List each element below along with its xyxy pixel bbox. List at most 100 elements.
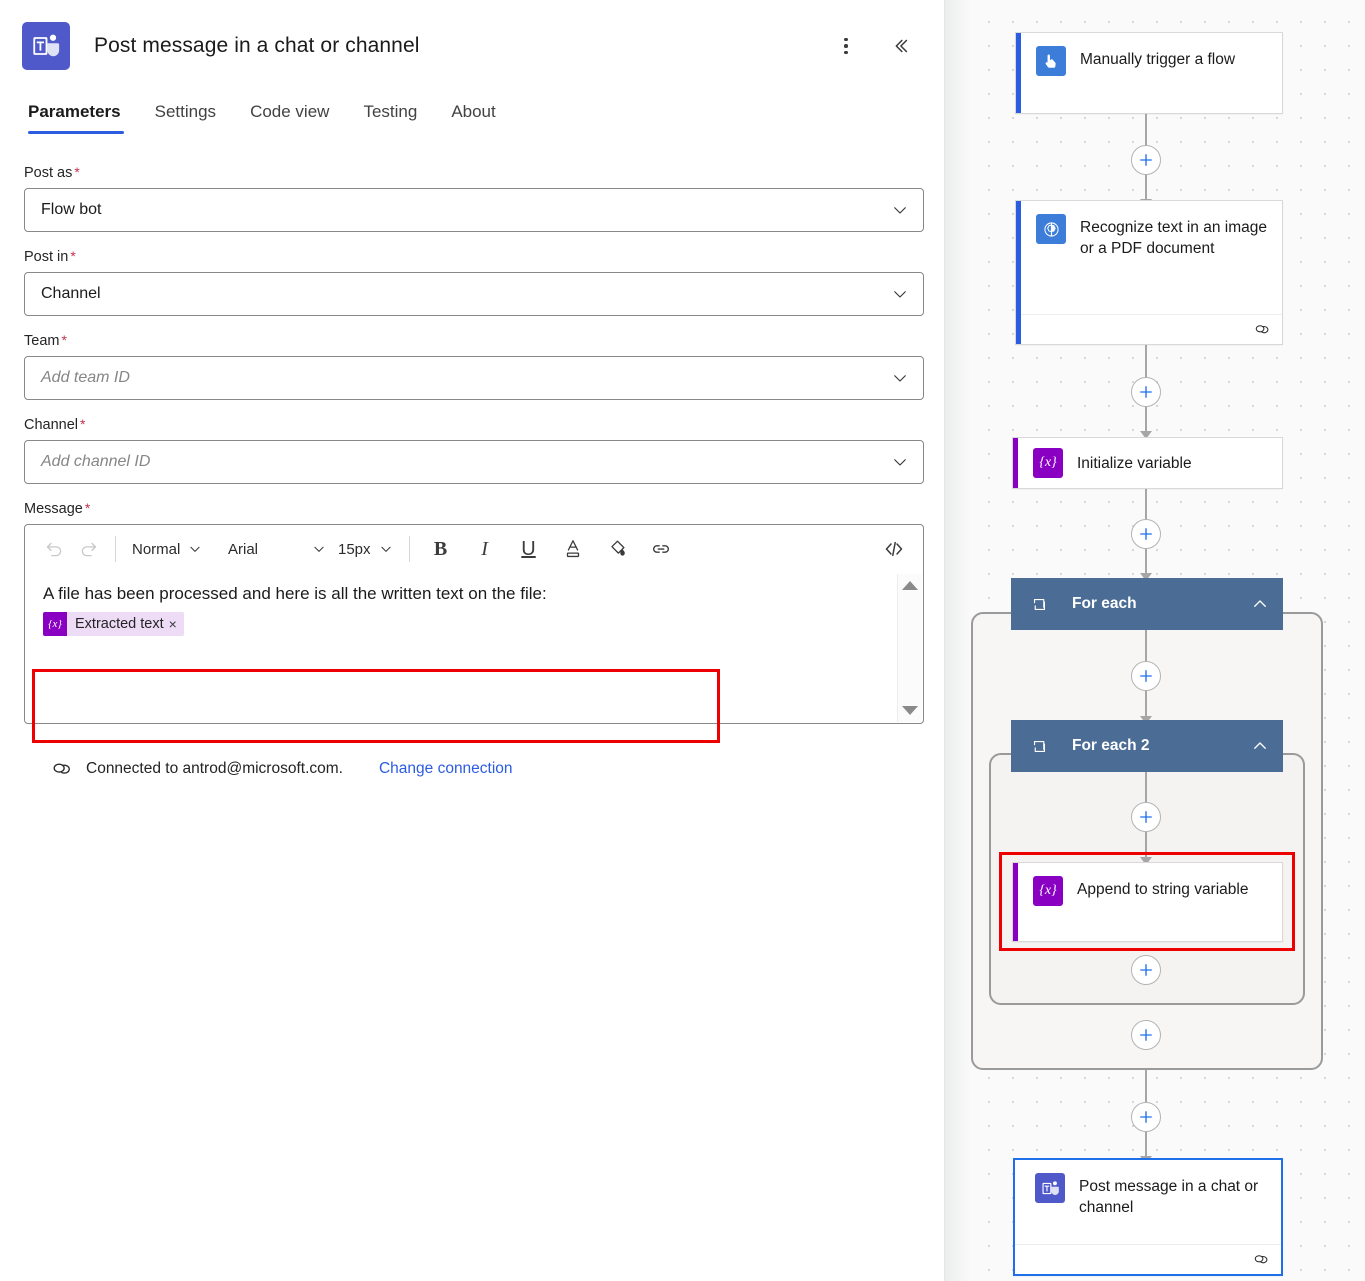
add-step-button[interactable] <box>1131 661 1161 691</box>
insert-link-button[interactable] <box>644 532 678 566</box>
panel-header: Post message in a chat or channel <box>0 0 944 70</box>
italic-button[interactable]: I <box>468 532 502 566</box>
add-step-button[interactable] <box>1131 519 1161 549</box>
add-step-button[interactable] <box>1131 955 1161 985</box>
chevron-up-icon[interactable] <box>1251 595 1269 613</box>
team-dropdown[interactable]: Add team ID <box>24 356 924 400</box>
change-connection-link[interactable]: Change connection <box>379 760 513 778</box>
field-channel: Channel* Add channel ID <box>24 416 920 484</box>
message-editor-body[interactable]: A file has been processed and here is al… <box>25 573 923 723</box>
message-scrollbar[interactable] <box>897 574 922 722</box>
code-view-icon <box>882 537 906 561</box>
underline-button[interactable]: U <box>512 532 546 566</box>
link-icon <box>650 538 672 560</box>
redo-button[interactable] <box>71 532 105 566</box>
paragraph-style-dropdown[interactable]: Normal <box>126 534 222 564</box>
tab-label: Settings <box>155 102 216 121</box>
connection-text: Connected to antrod@microsoft.com. <box>86 760 343 778</box>
bold-button[interactable]: B <box>424 532 458 566</box>
loop-header-for-each-2[interactable]: For each 2 <box>1011 720 1283 772</box>
plus-icon <box>1137 151 1155 169</box>
tab-settings[interactable]: Settings <box>138 102 233 134</box>
tab-parameters[interactable]: Parameters <box>24 102 138 134</box>
collapse-pane-button[interactable] <box>886 32 914 60</box>
paragraph-style-value: Normal <box>132 541 180 558</box>
font-color-button[interactable] <box>556 532 590 566</box>
variable-icon: {x} <box>1033 448 1063 478</box>
channel-value: Add channel ID <box>41 453 150 471</box>
chevron-double-left-icon <box>889 35 911 57</box>
required-asterisk: * <box>70 248 75 264</box>
add-step-button[interactable] <box>1131 1020 1161 1050</box>
page-title: Post message in a chat or channel <box>94 34 420 58</box>
connection-icon <box>50 758 72 780</box>
scroll-up-icon[interactable] <box>902 581 918 590</box>
loop-header-for-each[interactable]: For each <box>1011 578 1283 630</box>
chevron-down-icon <box>379 542 393 556</box>
connection-icon <box>1253 321 1270 338</box>
undo-button[interactable] <box>37 532 71 566</box>
tab-code-view[interactable]: Code view <box>233 102 346 134</box>
font-size-dropdown[interactable]: 15px <box>332 534 399 564</box>
node-accent-bar <box>1016 201 1021 344</box>
post-as-value: Flow bot <box>41 201 101 219</box>
tab-about[interactable]: About <box>434 102 512 134</box>
chevron-down-icon <box>188 542 202 556</box>
label-text: Post in <box>24 249 68 265</box>
tab-label: Code view <box>250 102 329 121</box>
field-post-as: Post as* Flow bot <box>24 164 920 232</box>
tab-label: Parameters <box>28 102 121 121</box>
chevron-down-icon <box>891 453 909 471</box>
node-accent-bar <box>1016 33 1021 113</box>
message-text: A file has been processed and here is al… <box>43 581 885 607</box>
italic-icon: I <box>481 538 488 561</box>
variable-icon: {x} <box>43 612 67 636</box>
node-connection-footer <box>1015 1244 1281 1274</box>
flow-canvas[interactable]: Manually trigger a flow Recognize text i… <box>945 0 1365 1281</box>
loop-icon <box>1031 738 1048 755</box>
ai-builder-brain-icon <box>1036 214 1066 244</box>
node-title: Initialize variable <box>1077 453 1192 474</box>
post-in-dropdown[interactable]: Channel <box>24 272 924 316</box>
post-as-dropdown[interactable]: Flow bot <box>24 188 924 232</box>
add-step-button[interactable] <box>1131 145 1161 175</box>
add-step-button[interactable] <box>1131 802 1161 832</box>
chevron-up-icon[interactable] <box>1251 737 1269 755</box>
add-step-button[interactable] <box>1131 377 1161 407</box>
bold-icon: B <box>434 538 447 561</box>
node-accent-bar <box>1013 438 1018 488</box>
field-label: Team* <box>24 332 920 349</box>
chevron-down-icon <box>891 285 909 303</box>
plus-icon <box>1137 808 1155 826</box>
scroll-down-icon[interactable] <box>902 706 918 715</box>
flow-node-post-message[interactable]: Post message in a chat or channel <box>1013 1158 1283 1276</box>
field-label: Post as* <box>24 164 920 181</box>
tab-testing[interactable]: Testing <box>346 102 434 134</box>
font-family-dropdown[interactable]: Arial <box>222 534 332 564</box>
field-message: Message* <box>24 500 920 724</box>
chevron-down-icon <box>312 542 326 556</box>
flow-node-recognize-text[interactable]: Recognize text in an image or a PDF docu… <box>1015 200 1283 345</box>
node-accent-bar <box>1013 863 1018 941</box>
label-text: Channel <box>24 417 78 433</box>
variable-icon: {x} <box>1033 876 1063 906</box>
message-content[interactable]: A file has been processed and here is al… <box>25 573 897 723</box>
parameters-form: Post as* Flow bot Post in* Channel <box>0 134 944 780</box>
field-label: Channel* <box>24 416 920 433</box>
flow-node-initialize-variable[interactable]: {x} Initialize variable <box>1012 437 1283 489</box>
node-connection-footer <box>1016 314 1282 344</box>
more-commands-button[interactable] <box>832 32 860 60</box>
highlight-button[interactable] <box>600 532 634 566</box>
required-asterisk: * <box>85 500 90 516</box>
action-details-panel: Post message in a chat or channel Parame… <box>0 0 945 1281</box>
flow-node-append-to-string-variable[interactable]: {x} Append to string variable <box>1012 862 1283 942</box>
add-step-button[interactable] <box>1131 1102 1161 1132</box>
channel-dropdown[interactable]: Add channel ID <box>24 440 924 484</box>
redo-icon <box>78 539 99 560</box>
highlight-icon <box>606 538 628 560</box>
code-view-button[interactable] <box>877 532 911 566</box>
flow-node-manually-trigger-a-flow[interactable]: Manually trigger a flow <box>1015 32 1283 114</box>
remove-token-icon[interactable]: × <box>169 616 184 632</box>
dynamic-content-token[interactable]: {x} Extracted text × <box>43 612 184 636</box>
loop-title: For each <box>1072 595 1137 613</box>
